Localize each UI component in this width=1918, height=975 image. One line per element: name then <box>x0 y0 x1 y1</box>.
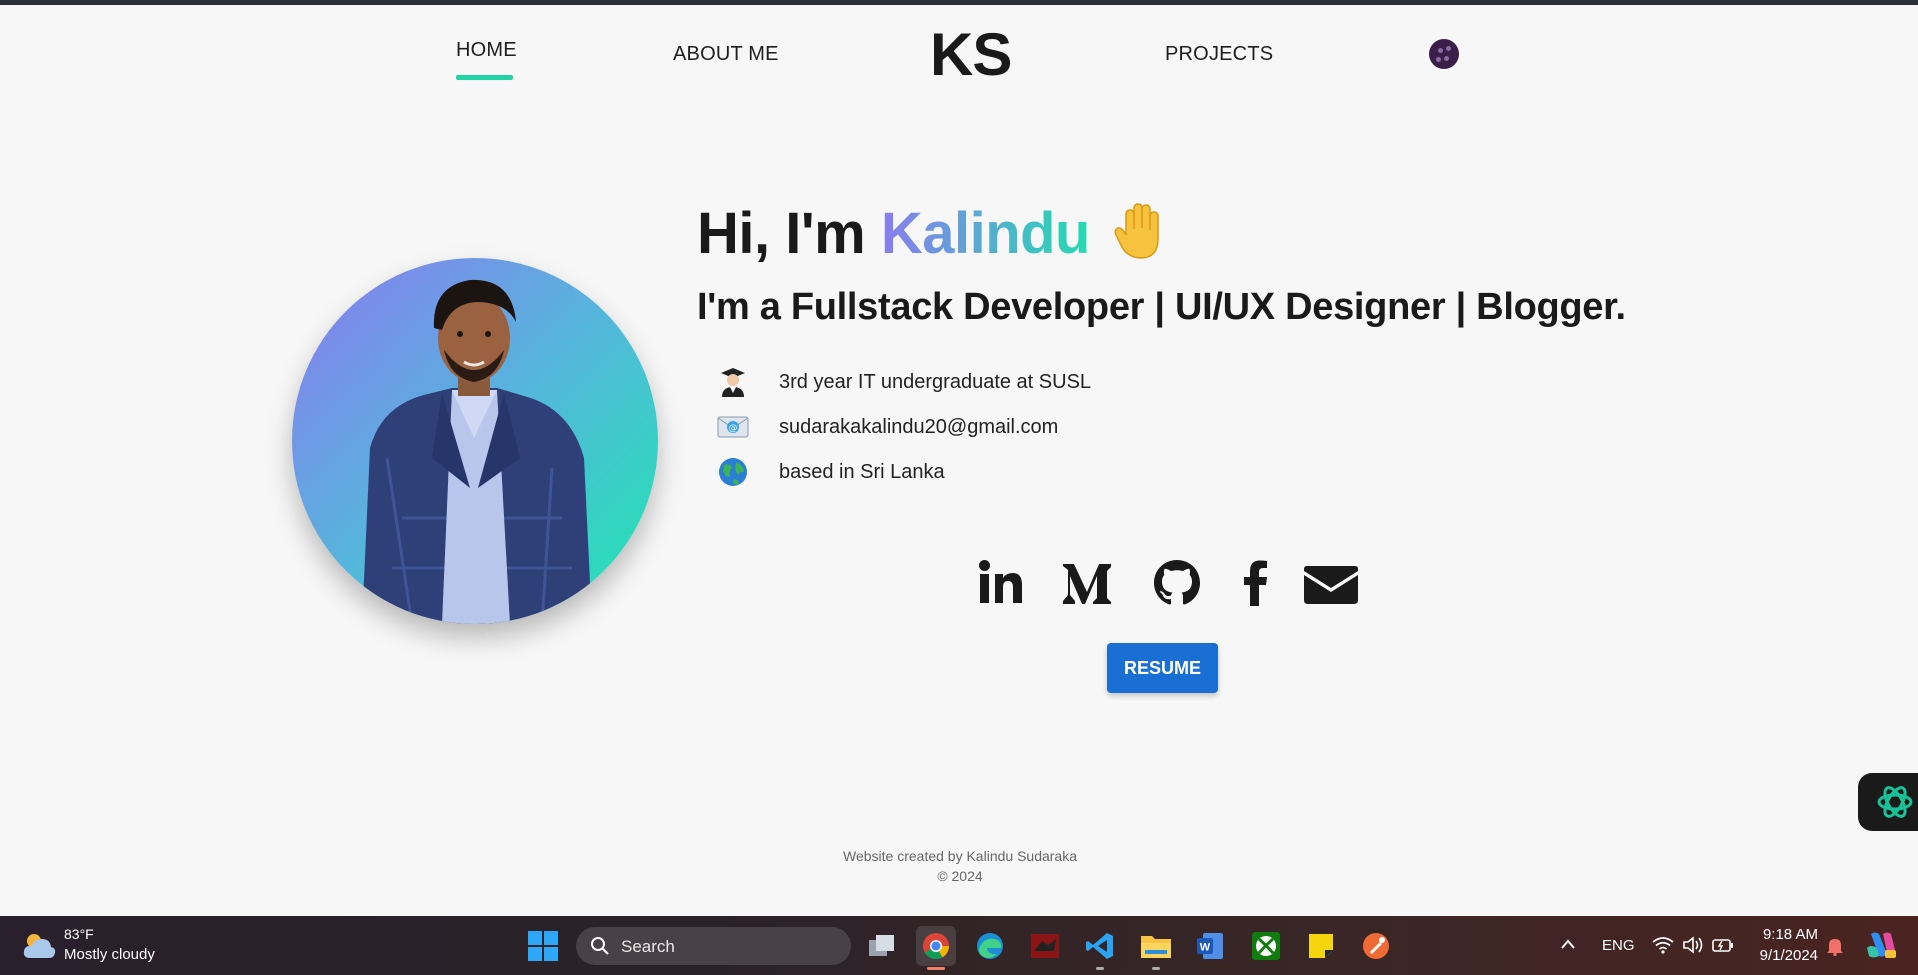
chatgpt-assistant-icon[interactable] <box>1858 773 1918 831</box>
sticky-notes-icon[interactable] <box>1301 926 1341 966</box>
graduate-icon <box>717 366 749 398</box>
battery-icon[interactable] <box>1712 937 1734 953</box>
resume-button[interactable]: RESUME <box>1107 643 1218 693</box>
windows-start-icon[interactable] <box>528 931 558 961</box>
facebook-icon[interactable] <box>1231 558 1281 608</box>
chrome-icon[interactable] <box>916 926 956 970</box>
hero-subtitle: I'm a Fullstack Developer | UI/UX Design… <box>697 286 1626 328</box>
chevron-up-icon[interactable] <box>1560 938 1576 950</box>
search-label: Search <box>621 937 675 956</box>
copilot-icon[interactable] <box>1865 930 1897 960</box>
waving-hand-icon <box>1114 203 1159 259</box>
xbox-icon[interactable] <box>1246 926 1286 966</box>
hero-heading: Hi, I'm Kalindu <box>697 200 1168 267</box>
footer-credit: Website created by Kalindu Sudaraka <box>843 848 1077 864</box>
wifi-icon[interactable] <box>1652 936 1674 954</box>
person-illustration <box>362 279 592 624</box>
postman-icon[interactable] <box>1356 926 1396 966</box>
theme-toggle-icon[interactable] <box>1429 39 1459 69</box>
nav-home-link[interactable]: HOME <box>456 39 517 62</box>
info-education: 3rd year IT undergraduate at SUSL <box>717 365 1091 399</box>
info-location-text: based in Sri Lanka <box>779 461 945 483</box>
profile-photo <box>292 258 658 624</box>
nav-about-link[interactable]: ABOUT ME <box>673 43 779 66</box>
task-view-icon[interactable] <box>862 926 902 966</box>
hero-name: Kalindu <box>880 201 1091 266</box>
top-navigation: HOME ABOUT ME KS PROJECTS <box>0 5 1918 95</box>
svg-text:@: @ <box>729 424 738 434</box>
vscode-icon[interactable] <box>1080 926 1120 970</box>
info-education-text: 3rd year IT undergraduate at SUSL <box>779 371 1092 393</box>
info-email-text: sudarakakalindu20@gmail.com <box>779 416 1059 438</box>
medium-icon[interactable] <box>1062 558 1112 608</box>
word-icon[interactable]: W <box>1190 926 1230 966</box>
envelope-icon[interactable] <box>1303 558 1358 608</box>
footer-copyright: © 2024 <box>937 868 983 884</box>
hero-greeting: Hi, I'm <box>697 201 881 266</box>
weather-description[interactable]: Mostly cloudy <box>64 946 155 963</box>
site-logo[interactable]: KS <box>930 20 1012 89</box>
info-location: based in Sri Lanka <box>717 455 945 489</box>
game-app-icon[interactable] <box>1025 926 1065 966</box>
github-icon[interactable] <box>1152 558 1202 608</box>
email-icon: @ <box>717 411 749 443</box>
cloudy-weather-icon[interactable] <box>22 930 56 960</box>
active-nav-underline <box>456 75 513 80</box>
file-explorer-icon[interactable] <box>1136 926 1176 970</box>
search-icon <box>591 937 609 955</box>
clock-time[interactable]: 9:18 AM <box>1756 926 1818 943</box>
taskbar-search-box[interactable]: Search <box>576 927 851 965</box>
linkedin-icon[interactable] <box>976 558 1026 608</box>
info-email: @ sudarakakalindu20@gmail.com <box>717 410 1058 444</box>
weather-temperature[interactable]: 83°F <box>64 926 94 942</box>
svg-text:W: W <box>1200 942 1211 954</box>
clock-date[interactable]: 9/1/2024 <box>1748 947 1818 964</box>
windows-taskbar: 83°F Mostly cloudy Search W ENG 9:18 AM … <box>0 916 1918 975</box>
language-indicator[interactable]: ENG <box>1602 937 1635 954</box>
notification-bell-icon[interactable] <box>1826 936 1844 956</box>
edge-icon[interactable] <box>970 926 1010 966</box>
volume-icon[interactable] <box>1682 936 1704 954</box>
nav-projects-link[interactable]: PROJECTS <box>1165 43 1273 66</box>
globe-icon <box>717 456 749 488</box>
